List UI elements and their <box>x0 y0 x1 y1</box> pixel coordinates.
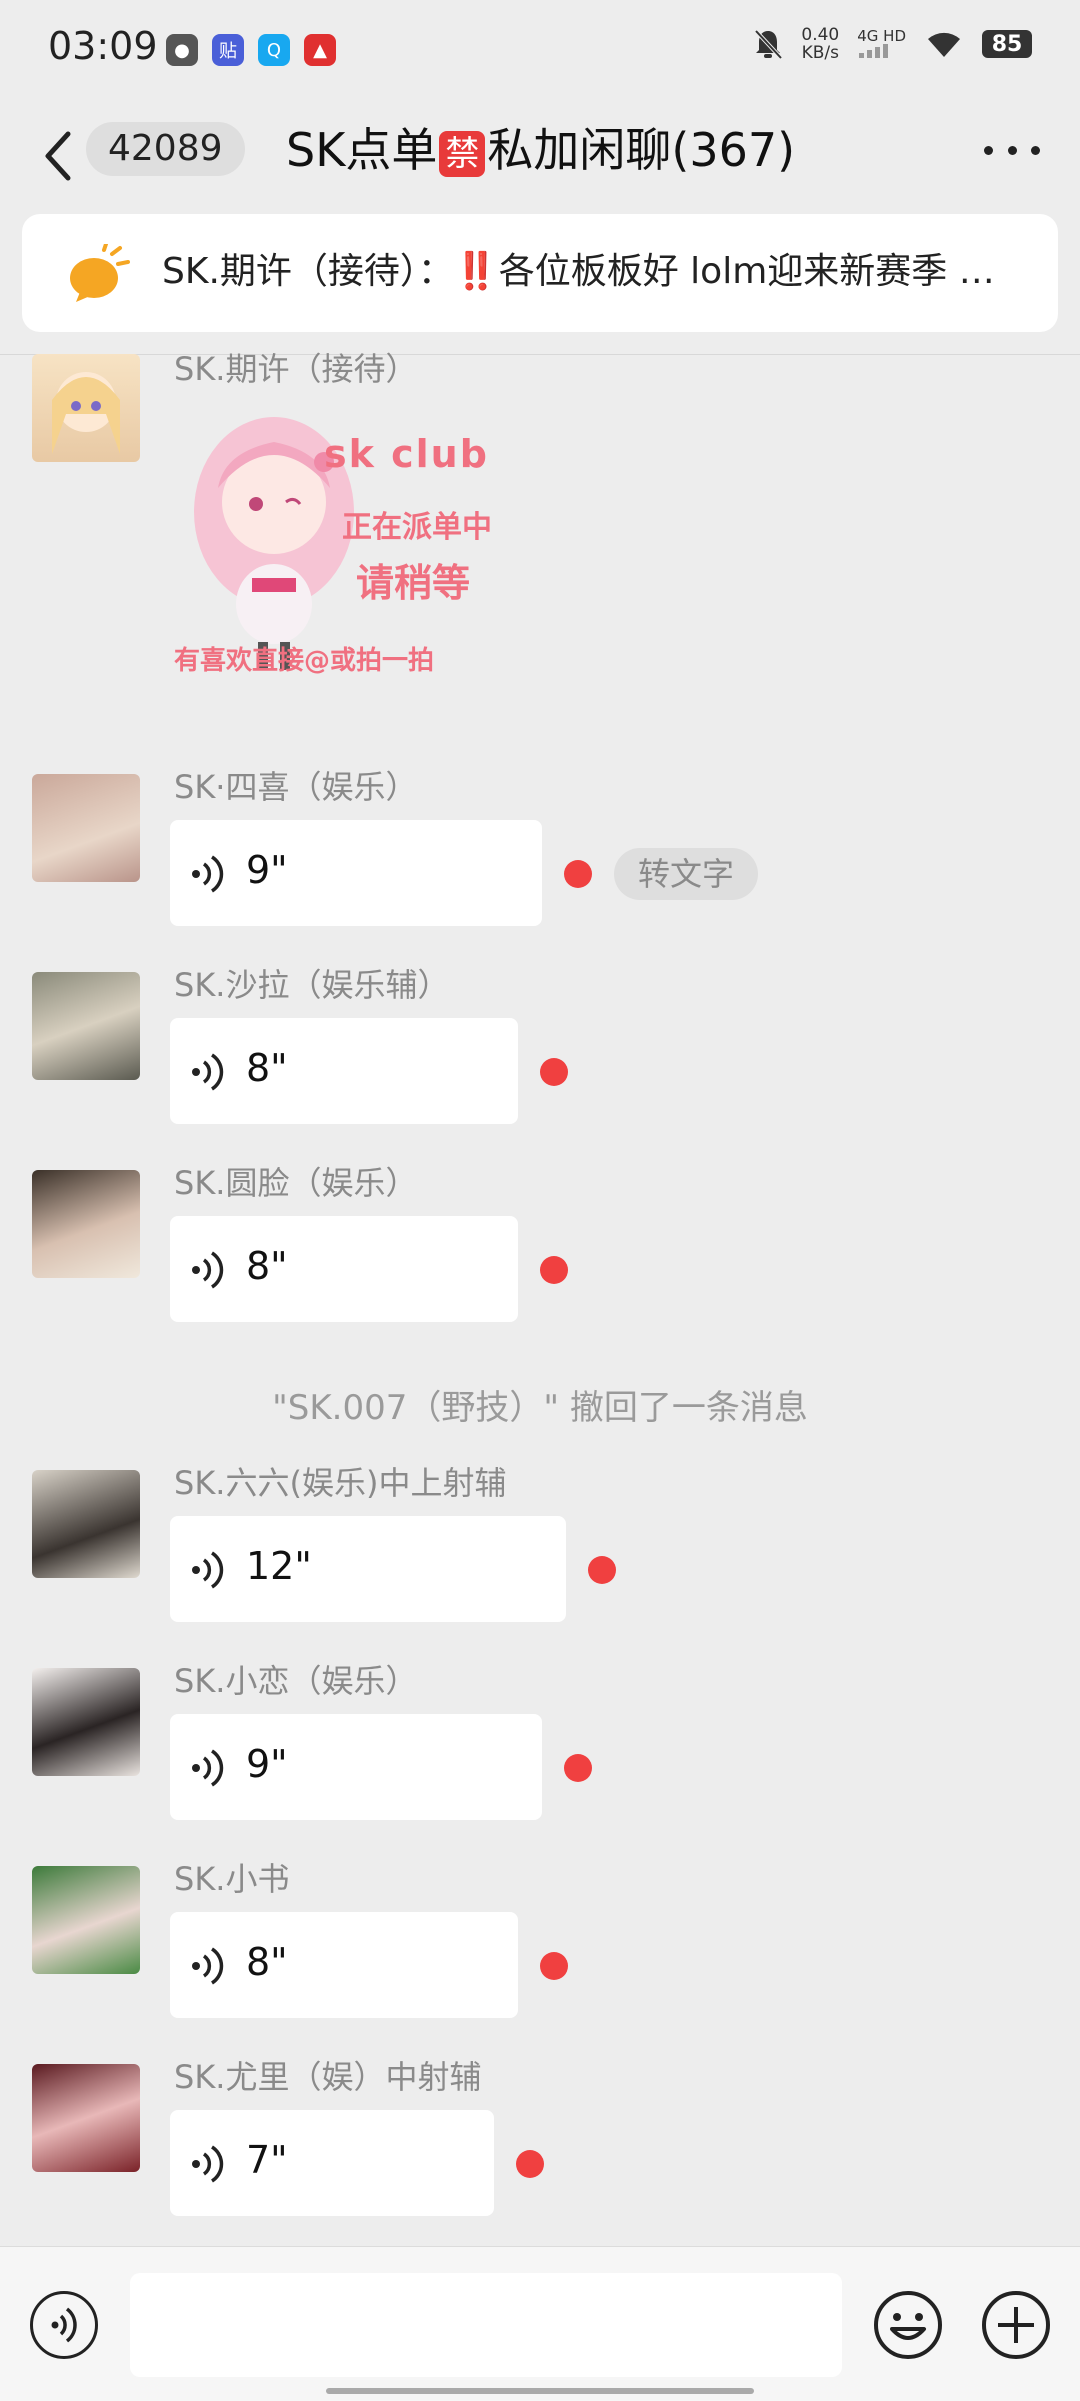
unread-dot <box>540 1058 568 1086</box>
convert-to-text-button[interactable]: 转文字 <box>614 848 759 900</box>
unread-dot <box>588 1556 616 1584</box>
voice-message-bubble[interactable]: 7" <box>170 2110 494 2216</box>
forbidden-badge: 禁 <box>439 130 486 177</box>
wechat-icon: ● <box>166 34 198 66</box>
message-input[interactable] <box>130 2273 842 2377</box>
input-bar <box>0 2246 1080 2401</box>
battery-icon: 85 <box>982 30 1032 58</box>
voice-wave-icon <box>192 1053 224 1091</box>
sender-name: SK.期许（接待） <box>174 350 418 388</box>
sticker-text-3: 请稍等 <box>356 561 471 605</box>
sticker-text-2: 正在派单中 <box>342 510 492 545</box>
voice-icon <box>51 2307 77 2343</box>
voice-message-bubble[interactable]: 9" <box>170 820 542 926</box>
voice-duration: 9" <box>246 1742 288 1786</box>
network-type: 4G HD <box>857 28 906 61</box>
voice-duration: 12" <box>246 1544 312 1588</box>
sender-name: SK.小恋（娱乐） <box>174 1662 418 1700</box>
divider <box>0 354 1080 355</box>
sender-name: SK.圆脸（娱乐） <box>174 1164 418 1202</box>
chat-title: SK点单禁私加闲聊(367) <box>286 120 795 180</box>
emoji-icon[interactable] <box>872 2289 944 2361</box>
status-bar: 03:09 ● 贴 Q ▲ 0.40 KB/s 4G HD 85 <box>0 0 1080 100</box>
status-right: 0.40 KB/s 4G HD 85 <box>753 26 1032 62</box>
voice-wave-icon <box>192 2145 224 2183</box>
avatar[interactable] <box>32 972 140 1080</box>
notification-icons: ● 贴 Q ▲ <box>166 34 336 66</box>
voice-duration: 8" <box>246 1244 288 1288</box>
sticker-text-4: 有喜欢直接@或拍一拍 <box>174 646 435 676</box>
sticker-text-1: sk club <box>324 432 489 476</box>
unread-dot <box>540 1256 568 1284</box>
voice-message-bubble[interactable]: 12" <box>170 1516 566 1622</box>
group-announcement[interactable]: SK.期许（接待）：‼️各位板板好 lolm迎来新赛季 … <box>22 214 1058 332</box>
unread-dot <box>564 860 592 888</box>
unread-dot <box>540 1952 568 1980</box>
voice-wave-icon <box>192 855 224 893</box>
unread-dot <box>516 2150 544 2178</box>
avatar[interactable] <box>32 774 140 882</box>
avatar[interactable] <box>32 1470 140 1578</box>
unread-dot <box>564 1754 592 1782</box>
net-speed: 0.40 KB/s <box>801 26 839 62</box>
mute-bell-icon <box>754 29 783 60</box>
sender-name: SK·四喜（娱乐） <box>174 768 418 806</box>
net-speed-value: 0.40 <box>801 25 840 45</box>
chat-title-suffix: 私加闲聊(367) <box>487 123 796 177</box>
avatar[interactable] <box>32 1668 140 1776</box>
voice-message-bubble[interactable]: 9" <box>170 1714 542 1820</box>
voice-message-bubble[interactable]: 8" <box>170 1216 518 1322</box>
more-options-icon[interactable] <box>984 138 1040 162</box>
chat-header: 42089 SK点单禁私加闲聊(367) <box>0 100 1080 210</box>
sender-name: SK.尤里（娱）中射辅 <box>174 2058 482 2096</box>
unread-count-badge[interactable]: 42089 <box>86 122 245 176</box>
voice-wave-icon <box>192 1551 224 1589</box>
sender-name: SK.小书 <box>174 1860 290 1898</box>
recall-notice: "SK.007（野技）" 撤回了一条消息 <box>272 1388 808 1428</box>
status-time: 03:09 <box>48 24 158 68</box>
announcement-text: SK.期许（接待）：‼️各位板板好 lolm迎来新赛季 … <box>162 251 995 292</box>
chat-title-prefix: SK点单 <box>286 123 438 177</box>
voice-message-bubble[interactable]: 8" <box>170 1912 518 2018</box>
home-indicator[interactable] <box>326 2388 754 2394</box>
voice-message-bubble[interactable]: 8" <box>170 1018 518 1124</box>
voice-duration: 7" <box>246 2138 288 2182</box>
voice-duration: 8" <box>246 1046 288 1090</box>
signal-icon <box>859 43 889 58</box>
back-arrow-icon[interactable] <box>40 126 80 186</box>
sender-name: SK.六六(娱乐)中上射辅 <box>174 1464 507 1502</box>
network-type-label: 4G HD <box>857 26 906 45</box>
tieba-icon: 贴 <box>212 34 244 66</box>
avatar[interactable] <box>32 1170 140 1278</box>
avatar[interactable] <box>32 354 140 462</box>
voice-wave-icon <box>192 1749 224 1787</box>
voice-duration: 9" <box>246 848 288 892</box>
sticker-image[interactable]: sk club 正在派单中 请稍等 有喜欢直接@或拍一拍 <box>174 392 534 712</box>
net-speed-unit: KB/s <box>801 43 839 63</box>
voice-wave-icon <box>192 1251 224 1289</box>
sender-name: SK.沙拉（娱乐辅） <box>174 966 450 1004</box>
avatar[interactable] <box>32 2064 140 2172</box>
avatar[interactable] <box>32 1866 140 1974</box>
plus-icon[interactable] <box>980 2289 1052 2361</box>
voice-duration: 8" <box>246 1940 288 1984</box>
megaphone-icon <box>70 244 130 302</box>
wifi-icon <box>928 32 960 57</box>
pinduoduo-icon: ▲ <box>304 34 336 66</box>
voice-input-button[interactable] <box>30 2291 98 2359</box>
qq-icon: Q <box>258 34 290 66</box>
voice-wave-icon <box>192 1947 224 1985</box>
